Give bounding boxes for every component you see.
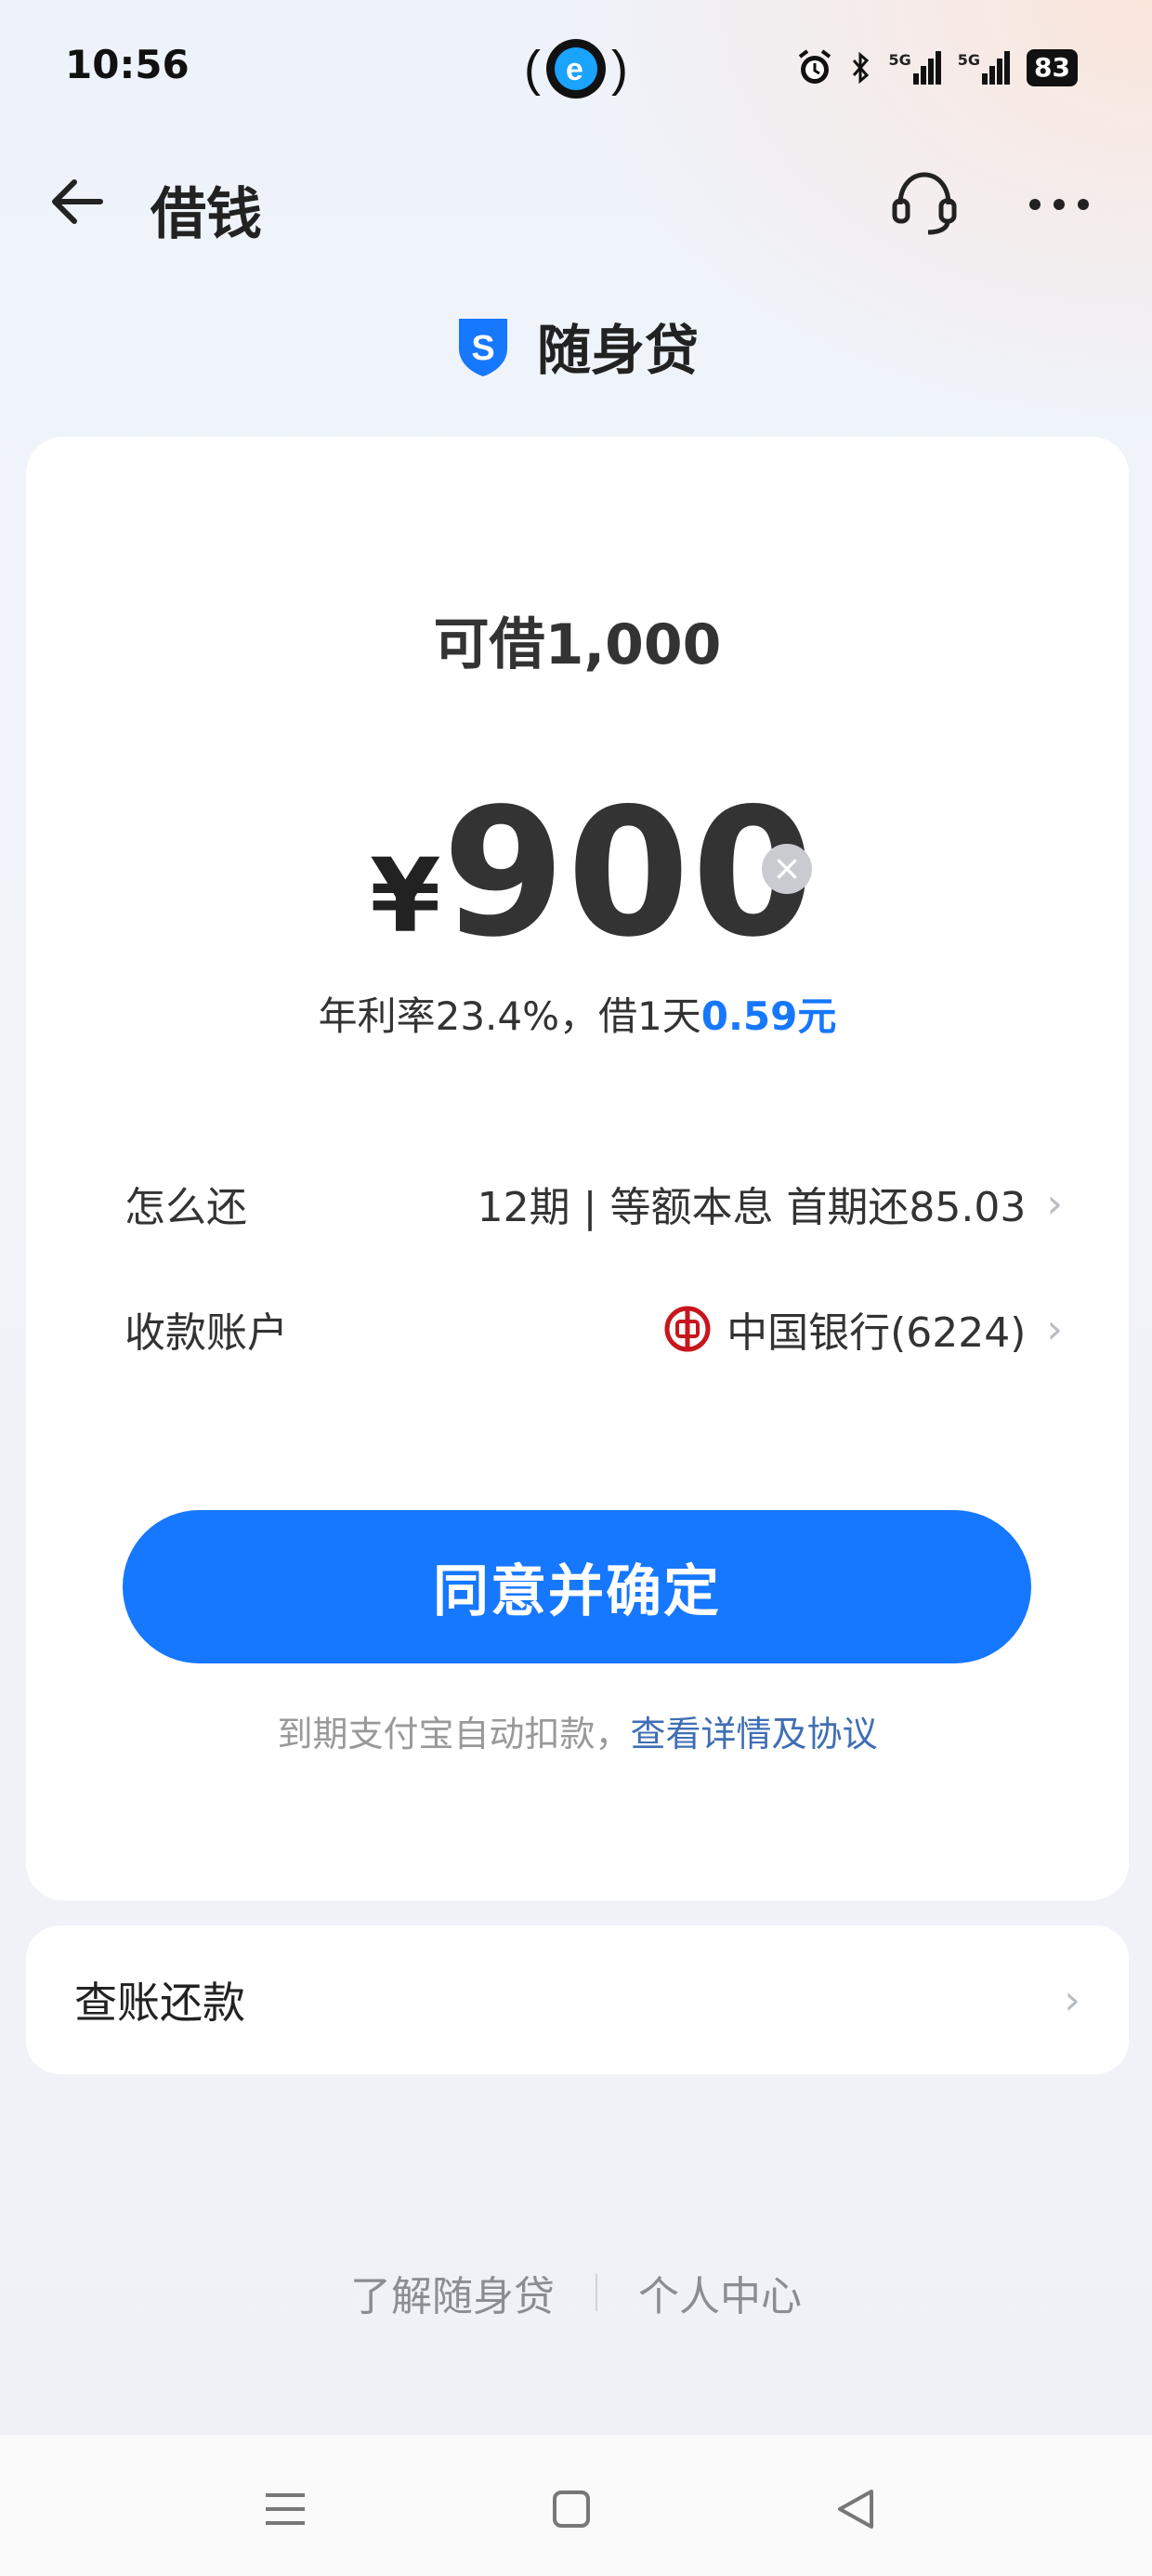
- auto-debit-notice: 到期支付宝自动扣款，查看详情及协议: [26, 1705, 1129, 1756]
- page-title: 借钱: [151, 182, 262, 247]
- svg-text:(: (: [524, 41, 541, 97]
- repayment-value-wrap: 12期 | 等额本息 首期还85.03: [478, 1174, 1027, 1233]
- signal-label-2: 5G: [957, 51, 981, 69]
- account-value: 中国银行(6224): [727, 1309, 1027, 1357]
- account-value-wrap: 中国银行(6224): [663, 1299, 1026, 1359]
- personal-center-link[interactable]: 个人中心: [638, 2263, 802, 2322]
- signal-label-1: 5G: [888, 51, 911, 69]
- back-arrow-icon[interactable]: [46, 169, 111, 234]
- product-brand: S 随身贷: [0, 307, 1152, 385]
- signal-5g-icon-1: 5G: [889, 51, 941, 85]
- back-triangle-icon[interactable]: [823, 2477, 888, 2542]
- alarm-icon: [798, 49, 831, 84]
- daily-cost: 0.59元: [700, 993, 837, 1039]
- chevron-right-icon: ›: [1046, 1305, 1063, 1353]
- bill-label: 查账还款: [74, 1978, 245, 2028]
- status-icons: 5G 5G 83: [796, 45, 1078, 91]
- agreement-link[interactable]: 查看详情及协议: [631, 1714, 878, 1755]
- bill-repayment-entry[interactable]: 查账还款 ›: [26, 1925, 1129, 2074]
- repayment-value: 12期 | 等额本息 首期还85.03: [477, 1184, 1027, 1231]
- footer-divider: [596, 2274, 597, 2311]
- clear-amount-icon[interactable]: ×: [762, 844, 812, 894]
- signal-5g-icon-2: 5G: [957, 51, 1011, 85]
- bank-of-china-icon: [664, 1306, 711, 1352]
- system-navigation-bar: [0, 2435, 1152, 2576]
- amount-input-row[interactable]: ¥ 900 ×: [26, 781, 1129, 966]
- svg-text:): ): [611, 41, 628, 97]
- more-options-icon[interactable]: [1022, 177, 1096, 232]
- receiving-account-row[interactable]: 收款账户 中国银行(6224) ›: [124, 1287, 1063, 1371]
- repayment-label: 怎么还: [124, 1184, 247, 1231]
- customer-service-icon[interactable]: [887, 165, 962, 240]
- shield-logo-icon: S: [458, 319, 507, 376]
- status-time: 10:56: [65, 42, 190, 87]
- battery-indicator: 83: [1027, 49, 1078, 86]
- status-bar: 10:56 ( e ) 5G 5G 83: [0, 0, 1152, 139]
- repayment-method-row[interactable]: 怎么还 12期 | 等额本息 首期还85.03 ›: [124, 1162, 1063, 1245]
- rate-text: 年利率23.4%，借1天: [318, 993, 701, 1039]
- bluetooth-icon: [852, 51, 869, 85]
- app-badge-icon: ( e ): [524, 39, 628, 99]
- svg-text:e: e: [566, 52, 583, 87]
- home-icon[interactable]: [539, 2477, 604, 2542]
- notice-text: 到期支付宝自动扣款，: [277, 1714, 631, 1755]
- header: 借钱: [0, 149, 1152, 260]
- currency-symbol: ¥: [370, 836, 441, 955]
- footer-links: 了解随身贷 个人中心: [0, 2263, 1152, 2322]
- account-label: 收款账户: [124, 1309, 288, 1357]
- menu-icon[interactable]: [253, 2477, 318, 2542]
- loan-amount[interactable]: 900: [442, 781, 817, 966]
- available-limit: 可借1,000: [433, 612, 722, 677]
- logo-letter: S: [471, 329, 494, 368]
- loan-card: 可借1,000 ¥ 900 × 年利率23.4%，借1天0.59元 怎么还 12…: [26, 437, 1129, 1900]
- chevron-right-icon: ›: [1046, 1179, 1063, 1228]
- rate-info: 年利率23.4%，借1天0.59元: [26, 985, 1129, 1042]
- product-name: 随身贷: [536, 319, 699, 382]
- chevron-right-icon: ›: [1064, 1976, 1080, 2024]
- learn-more-link[interactable]: 了解随身贷: [350, 2263, 555, 2322]
- agree-confirm-button[interactable]: 同意并确定: [123, 1510, 1031, 1663]
